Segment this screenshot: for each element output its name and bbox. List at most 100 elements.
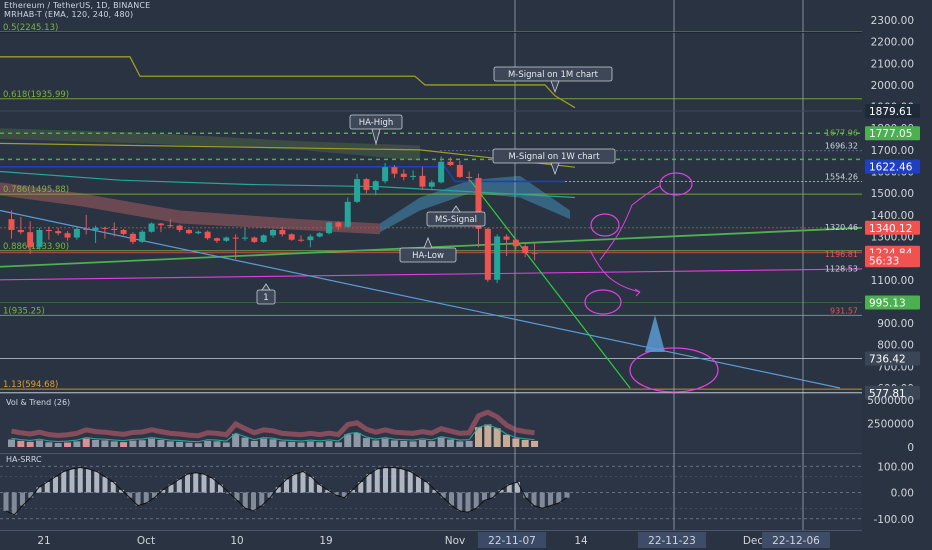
- candle: [354, 179, 361, 202]
- volume-panel-title: Vol & Trend (26): [6, 398, 70, 407]
- oscillator-bar: [564, 492, 570, 498]
- oscillator-bar: [539, 492, 545, 509]
- symbol-title: Ethereum / TetherUS, 1D, BINANCE: [4, 1, 151, 10]
- fib-level-label: 0.618(1935.99): [3, 90, 69, 100]
- volume-bar: [409, 441, 417, 447]
- candle: [522, 246, 529, 253]
- candle: [8, 219, 15, 230]
- candle: [111, 228, 118, 230]
- volume-bar: [82, 438, 90, 447]
- candle: [64, 233, 71, 238]
- volume-bar: [521, 439, 529, 447]
- chart-canvas[interactable]: 0.5(2245.13) 0.618(1935.99) 0.786(1495.88)…: [0, 0, 932, 550]
- oscillator-bar: [391, 467, 397, 493]
- candle: [223, 237, 230, 241]
- time-tick-label: 22-11-23: [648, 535, 696, 547]
- price-label-text: 995.13: [869, 297, 906, 309]
- price-label-text: 1340.12: [869, 223, 912, 235]
- candle: [185, 229, 192, 234]
- oscillator-bar: [366, 474, 372, 493]
- candle: [157, 223, 164, 226]
- oscillator-bar: [127, 492, 133, 498]
- oscillator-bar: [185, 474, 190, 493]
- volume-bar: [110, 441, 118, 447]
- volume-bar: [362, 438, 370, 447]
- oscillator-bar: [473, 492, 479, 509]
- volume-bar: [278, 441, 286, 447]
- volume-bar: [204, 440, 212, 447]
- time-tick-label: 21: [37, 535, 50, 547]
- price-tick-label: 1500.00: [871, 188, 914, 200]
- candle: [232, 237, 239, 239]
- price-tick-label: 2000.00: [871, 80, 914, 92]
- candle: [503, 236, 510, 240]
- volume-bar: [484, 424, 492, 447]
- candle: [36, 229, 43, 248]
- oscillator-bar: [440, 492, 446, 498]
- volume-bar: [176, 441, 184, 447]
- oscillator-tick-label: 0.00: [891, 488, 914, 500]
- candle: [17, 229, 24, 233]
- volume-bar: [316, 442, 324, 447]
- candle: [55, 231, 62, 234]
- level-text: 1696.32: [825, 142, 858, 151]
- volume-bar: [73, 441, 81, 447]
- volume-bar: [222, 442, 230, 447]
- volume-bar: [260, 438, 268, 447]
- volume-bar: [148, 438, 156, 447]
- volume-bar: [213, 441, 221, 447]
- candle: [410, 175, 417, 177]
- oscillator-bar: [482, 492, 487, 501]
- level-text: 1677.96: [825, 129, 858, 138]
- oscillator-bar: [176, 479, 182, 493]
- oscillator-bar: [548, 492, 553, 506]
- candle: [195, 231, 202, 234]
- oscillator-bar: [515, 482, 520, 493]
- oscillator-bar: [242, 492, 248, 509]
- candle: [92, 227, 99, 230]
- candle: [279, 229, 286, 235]
- volume-bar: [297, 442, 305, 447]
- price-tick-label: 1100.00: [871, 275, 914, 287]
- candle: [213, 238, 220, 241]
- oscillator-bar: [94, 471, 100, 493]
- level-text: 1554.26: [825, 172, 858, 181]
- price-tick-label: 2300.00: [871, 15, 914, 27]
- volume-bar: [250, 440, 258, 447]
- candle: [466, 176, 473, 179]
- volume-bar: [372, 440, 380, 447]
- oscillator-bar: [77, 467, 83, 493]
- volume-bar: [120, 442, 128, 447]
- volume-bar: [138, 440, 146, 447]
- candle: [326, 222, 333, 234]
- candle: [101, 227, 108, 229]
- volume-bar: [437, 437, 445, 447]
- oscillator-bar: [407, 471, 413, 493]
- price-tick-label: 1700.00: [871, 145, 914, 157]
- candle: [298, 239, 305, 241]
- oscillator-bar: [11, 492, 17, 515]
- candle: [400, 173, 407, 177]
- fib-level-label: 0.886(1233.90): [3, 242, 69, 252]
- candle: [316, 233, 323, 237]
- oscillator-bar: [300, 471, 306, 493]
- volume-bar: [185, 442, 193, 447]
- candle: [167, 225, 174, 227]
- volume-bar: [353, 432, 361, 447]
- candle: [363, 179, 370, 190]
- oscillator-bar: [457, 492, 463, 511]
- oscillator-bar: [201, 474, 207, 493]
- volume-bar: [446, 439, 454, 447]
- oscillator-bar: [53, 476, 58, 493]
- volume-bar: [381, 438, 389, 447]
- candle: [120, 229, 127, 234]
- fib-level-label: 0.5(2245.13): [3, 23, 58, 33]
- oscillator-bar: [374, 468, 380, 493]
- price-label-text: 1622.46: [869, 162, 913, 174]
- callout-text: HA-Low: [412, 251, 444, 261]
- oscillator-bar: [152, 492, 157, 498]
- time-tick-label: Dec: [743, 535, 764, 547]
- level-text: 931.57: [830, 306, 858, 315]
- volume-bar: [101, 440, 109, 447]
- candle: [531, 252, 538, 254]
